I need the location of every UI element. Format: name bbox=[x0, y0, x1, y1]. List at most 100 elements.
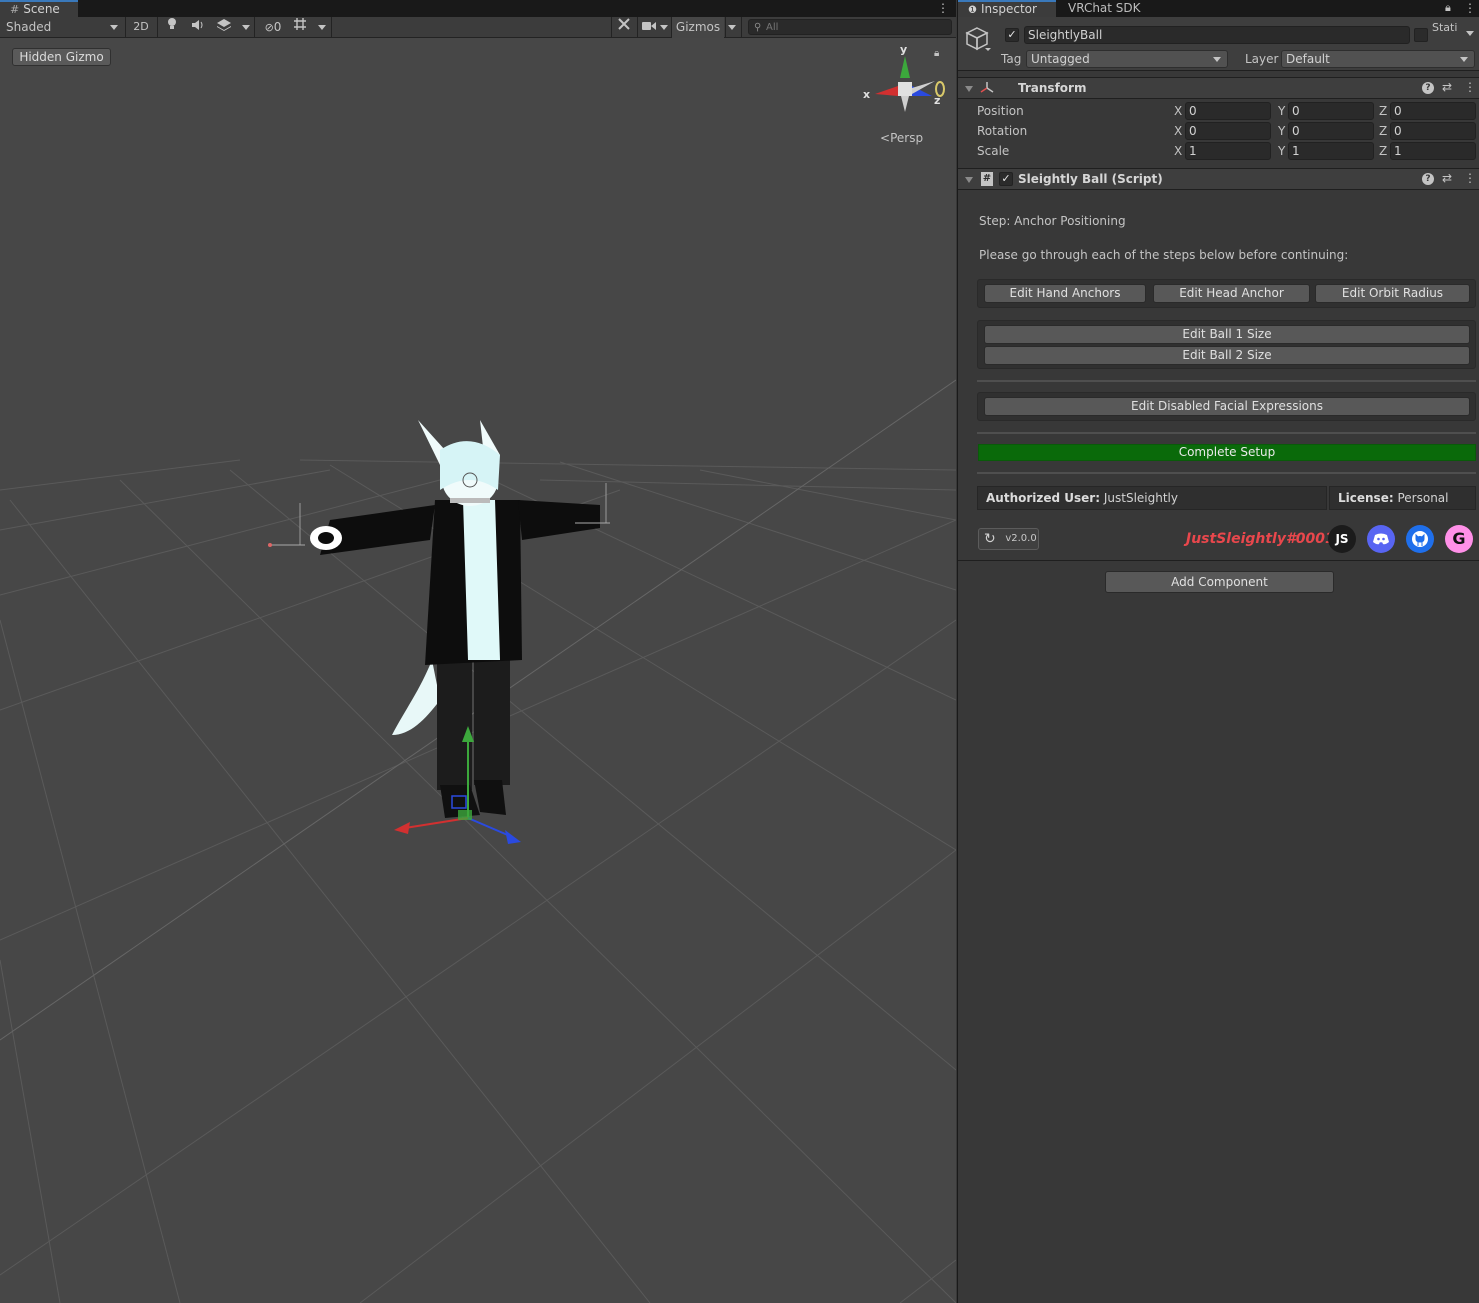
script-enabled-checkbox[interactable]: ✓ bbox=[999, 172, 1013, 186]
add-component-button[interactable]: Add Component bbox=[1105, 571, 1334, 593]
tab-inspector[interactable]: ❶ Inspector bbox=[958, 0, 1056, 17]
complete-setup-button[interactable]: Complete Setup bbox=[978, 444, 1476, 461]
scene-tab-bar: # Scene ⋮ bbox=[0, 0, 956, 17]
foldout-arrow-icon[interactable] bbox=[965, 177, 973, 183]
component-menu-icon[interactable]: ⋮ bbox=[1464, 171, 1476, 185]
grid-dropdown-arrow-icon[interactable] bbox=[318, 25, 326, 30]
rotation-x-label[interactable]: X bbox=[1174, 123, 1182, 139]
help-icon[interactable]: ? bbox=[1422, 82, 1434, 94]
check-update-button[interactable]: ↻ v2.0.0 bbox=[978, 528, 1039, 550]
rotation-z-field[interactable]: 0 bbox=[1390, 122, 1476, 140]
transform-header[interactable]: Transform ? ⇄ ⋮ bbox=[958, 77, 1479, 99]
presets-icon[interactable]: ⇄ bbox=[1442, 80, 1452, 94]
shading-mode-dropdown[interactable]: Shaded bbox=[6, 17, 116, 38]
transform-title: Transform bbox=[1018, 81, 1087, 95]
edit-ball2-size-button[interactable]: Edit Ball 2 Size bbox=[984, 346, 1470, 365]
static-dropdown-arrow-icon[interactable] bbox=[1466, 31, 1474, 36]
lighting-toggle-icon[interactable] bbox=[162, 17, 182, 38]
position-label: Position bbox=[977, 104, 1024, 118]
rotation-y-field[interactable]: 0 bbox=[1288, 122, 1374, 140]
effects-toggle-icon[interactable] bbox=[214, 17, 234, 38]
toolbar-divider bbox=[331, 17, 332, 38]
rotation-x-field[interactable]: 0 bbox=[1185, 122, 1271, 140]
edit-ball1-size-button[interactable]: Edit Ball 1 Size bbox=[984, 325, 1470, 344]
edit-orbit-radius-button[interactable]: Edit Orbit Radius bbox=[1315, 284, 1470, 303]
position-y-field[interactable]: 0 bbox=[1288, 102, 1374, 120]
rotation-y-label[interactable]: Y bbox=[1278, 123, 1285, 139]
position-x-value: 0 bbox=[1189, 104, 1197, 118]
author-link[interactable]: JustSleightly#0001 bbox=[1186, 530, 1335, 548]
gameobject-cube-icon[interactable] bbox=[965, 26, 991, 52]
camera-dropdown-arrow-icon[interactable] bbox=[660, 25, 668, 30]
eye-slash-icon: ⊘ bbox=[264, 21, 274, 34]
inspector-tab-bar: ❶ Inspector VRChat SDK 🔒︎ ⋮ bbox=[958, 0, 1479, 17]
gizmos-dropdown-arrow-icon[interactable] bbox=[728, 25, 736, 30]
component-menu-icon[interactable]: ⋮ bbox=[1464, 80, 1476, 94]
inspector-menu-icon[interactable]: ⋮ bbox=[1464, 1, 1476, 15]
scale-y-label[interactable]: Y bbox=[1278, 143, 1285, 159]
inspector-panel: ❶ Inspector VRChat SDK 🔒︎ ⋮ ✓ SleightlyBa… bbox=[957, 0, 1479, 1303]
grid-icon: # bbox=[10, 3, 20, 16]
tab-scene[interactable]: # Scene bbox=[0, 0, 78, 17]
presets-icon[interactable]: ⇄ bbox=[1442, 171, 1452, 185]
layer-dropdown[interactable]: Default bbox=[1281, 50, 1475, 68]
instructions-text: Please go through each of the steps belo… bbox=[979, 248, 1349, 262]
script-component-header[interactable]: # ✓ Sleightly Ball (Script) ? ⇄ ⋮ bbox=[958, 168, 1479, 190]
scale-z-field[interactable]: 1 bbox=[1390, 142, 1476, 160]
step-text: Step: Anchor Positioning bbox=[979, 214, 1126, 228]
rotation-z-value: 0 bbox=[1394, 124, 1402, 138]
justsleightly-logo-icon[interactable]: JS bbox=[1328, 525, 1356, 553]
position-x-label[interactable]: X bbox=[1174, 103, 1182, 119]
foldout-arrow-icon[interactable] bbox=[965, 86, 973, 92]
audio-toggle-icon[interactable] bbox=[188, 17, 208, 38]
scale-z-label[interactable]: Z bbox=[1379, 143, 1387, 159]
effects-dropdown-arrow-icon[interactable] bbox=[242, 25, 250, 30]
license-label: License: bbox=[1338, 491, 1394, 505]
position-z-label[interactable]: Z bbox=[1379, 103, 1387, 119]
toolbar-divider bbox=[725, 17, 726, 38]
avatar-model[interactable] bbox=[0, 38, 956, 1303]
info-icon: ❶ bbox=[968, 5, 977, 16]
position-x-field[interactable]: 0 bbox=[1185, 102, 1271, 120]
tag-dropdown[interactable]: Untagged bbox=[1026, 50, 1228, 68]
rotation-y-value: 0 bbox=[1292, 124, 1300, 138]
discord-icon[interactable] bbox=[1367, 525, 1395, 553]
grid-toggle-icon[interactable] bbox=[290, 17, 310, 38]
scale-x-field[interactable]: 1 bbox=[1185, 142, 1271, 160]
gumroad-icon[interactable]: G bbox=[1445, 525, 1473, 553]
help-icon[interactable]: ? bbox=[1422, 173, 1434, 185]
scene-viewport[interactable]: y x z 🔒︎ <Persp Hidden Gizmo bbox=[0, 38, 956, 1303]
gameobject-name-field[interactable]: SleightlyBall bbox=[1024, 26, 1410, 44]
edit-head-anchor-button[interactable]: Edit Head Anchor bbox=[1153, 284, 1310, 303]
scene-visibility-toggle[interactable]: ⊘0 bbox=[258, 17, 288, 38]
gameobject-name-value: SleightlyBall bbox=[1028, 28, 1103, 42]
inspector-lock-icon[interactable]: 🔒︎ bbox=[1445, 1, 1451, 15]
toolbar-divider bbox=[125, 17, 126, 38]
scale-x-label[interactable]: X bbox=[1174, 143, 1182, 159]
static-checkbox[interactable] bbox=[1414, 28, 1428, 42]
tab-vrchat-sdk[interactable]: VRChat SDK bbox=[1058, 0, 1149, 17]
position-z-field[interactable]: 0 bbox=[1390, 102, 1476, 120]
tab-scene-label: Scene bbox=[23, 2, 60, 16]
gizmo-z-label: z bbox=[934, 94, 941, 107]
scale-y-value: 1 bbox=[1292, 144, 1300, 158]
position-z-value: 0 bbox=[1394, 104, 1402, 118]
camera-icon[interactable] bbox=[640, 17, 658, 38]
github-icon[interactable] bbox=[1406, 525, 1434, 553]
scene-menu-icon[interactable]: ⋮ bbox=[937, 1, 949, 15]
gizmos-button[interactable]: Gizmos bbox=[672, 17, 724, 38]
gizmo-lock-icon[interactable]: 🔒︎ bbox=[934, 48, 939, 59]
tab-vrchat-sdk-label: VRChat SDK bbox=[1068, 1, 1141, 15]
scale-y-field[interactable]: 1 bbox=[1288, 142, 1374, 160]
gameobject-active-checkbox[interactable]: ✓ bbox=[1005, 28, 1019, 42]
hidden-gizmo-button[interactable]: Hidden Gizmo bbox=[12, 48, 111, 66]
projection-toggle[interactable]: <Persp bbox=[880, 131, 923, 145]
rotation-z-label[interactable]: Z bbox=[1379, 123, 1387, 139]
refresh-icon: ↻ bbox=[984, 531, 996, 547]
edit-hand-anchors-button[interactable]: Edit Hand Anchors bbox=[984, 284, 1146, 303]
position-y-label[interactable]: Y bbox=[1278, 103, 1285, 119]
2d-toggle-button[interactable]: 2D bbox=[130, 17, 152, 38]
scene-search-input[interactable] bbox=[766, 20, 946, 34]
edit-facial-expressions-button[interactable]: Edit Disabled Facial Expressions bbox=[984, 397, 1470, 416]
tools-icon[interactable] bbox=[614, 17, 634, 38]
